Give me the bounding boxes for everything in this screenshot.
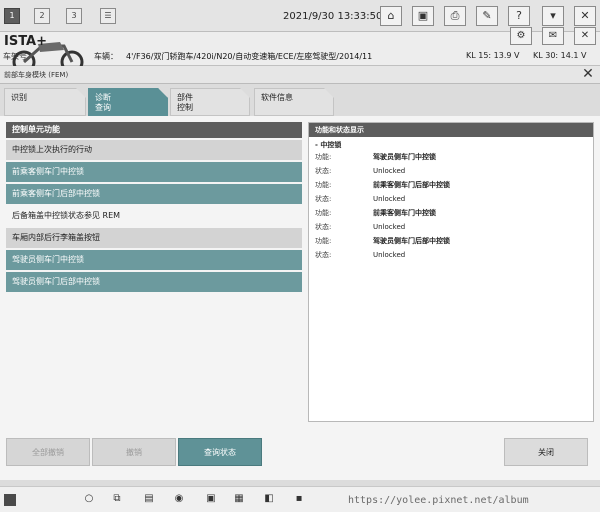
- kl15-voltage: KL 15: 13.9 V: [466, 51, 520, 60]
- function-value: 前乘客侧车门后部中控锁: [373, 181, 450, 189]
- status-label: 状态:: [315, 251, 332, 259]
- status-value: Unlocked: [373, 167, 406, 175]
- datetime-display: 2021/9/30 13:33:50: [283, 11, 383, 22]
- cancel-all-button[interactable]: 全部撤销: [6, 438, 90, 466]
- cancel-button[interactable]: 撤销: [92, 438, 176, 466]
- panel-header: 功能和状态显示: [309, 123, 593, 137]
- status-value: Unlocked: [373, 251, 406, 259]
- vehicle-info: 4'/F36/双门轿跑车/420i/N20/自动变速箱/ECE/左座驾驶型/20…: [126, 52, 373, 61]
- function-item[interactable]: 车厢内部后行李箱盖按钮: [6, 228, 302, 248]
- watermark-text: https://yolee.pixnet.net/album: [348, 495, 529, 506]
- tab-diagnostic-query[interactable]: 诊断 查询: [88, 88, 168, 116]
- function-value: 驾驶员侧车门后部中控锁: [373, 237, 450, 245]
- status-row: 状态: Unlocked: [309, 248, 593, 262]
- function-item[interactable]: 后备箱盖中控锁状态参见 REM: [6, 206, 302, 226]
- close-session-icon[interactable]: ✕: [574, 27, 596, 45]
- function-label: 功能:: [315, 209, 332, 217]
- module-bar: 前部车身模块 (FEM) ✕: [0, 66, 600, 84]
- print-icon[interactable]: ⎙: [444, 6, 466, 26]
- app-icon[interactable]: ▣: [204, 492, 218, 506]
- close-icon[interactable]: ✕: [578, 67, 598, 83]
- control-unit-functions-panel: 控制单元功能 中控锁上次执行的行动 前乘客侧车门中控锁 前乘客侧车门后部中控锁 …: [6, 122, 302, 298]
- app-title: ISTA+: [4, 34, 48, 49]
- function-item[interactable]: 中控锁上次执行的行动: [6, 140, 302, 160]
- help-icon[interactable]: ?: [508, 6, 530, 26]
- close-button[interactable]: 关闭: [504, 438, 588, 466]
- function-value: 前乘客侧车门中控锁: [373, 209, 436, 217]
- status-label: 状态:: [315, 223, 332, 231]
- function-row: 功能: 驾驶员侧车门中控锁: [309, 150, 593, 164]
- panel-header: 控制单元功能: [6, 122, 302, 138]
- function-item[interactable]: 前乘客侧车门后部中控锁: [6, 184, 302, 204]
- session-tab-2[interactable]: 2: [34, 8, 50, 24]
- function-value: 驾驶员侧车门中控锁: [373, 153, 436, 161]
- status-value: Unlocked: [373, 195, 406, 203]
- function-item[interactable]: 驾驶员侧车门后部中控锁: [6, 272, 302, 292]
- app-icon[interactable]: ◧: [262, 492, 276, 506]
- search-icon[interactable]: ○: [82, 492, 96, 506]
- vehicle-label: 车辆：: [94, 52, 118, 61]
- session-tab-3[interactable]: 3: [66, 8, 82, 24]
- query-status-button[interactable]: 查询状态: [178, 438, 262, 466]
- kl30-voltage: KL 30: 14.1 V: [533, 51, 587, 60]
- list-icon[interactable]: ☰: [100, 8, 116, 24]
- function-row: 功能: 前乘客侧车门后部中控锁: [309, 178, 593, 192]
- function-row: 功能: 前乘客侧车门中控锁: [309, 206, 593, 220]
- vehicle-management-icon[interactable]: ▣: [412, 6, 434, 26]
- status-row: 状态: Unlocked: [309, 164, 593, 178]
- app-icon[interactable]: ▪: [292, 492, 306, 506]
- function-label: 功能:: [315, 153, 332, 161]
- windows-start-icon[interactable]: [4, 494, 16, 506]
- wrench-icon[interactable]: ✎: [476, 6, 498, 26]
- task-view-icon[interactable]: ⧉: [110, 492, 124, 506]
- tab-software-info[interactable]: 软件信息: [254, 88, 334, 116]
- chrome-icon[interactable]: ◉: [172, 492, 186, 506]
- home-icon[interactable]: ⌂: [380, 6, 402, 26]
- status-row: 状态: Unlocked: [309, 220, 593, 234]
- module-title: 前部车身模块 (FEM): [4, 71, 69, 79]
- tab-bar: 识别 诊断 查询 部件 控制 软件信息: [0, 86, 600, 116]
- status-label: 状态:: [315, 195, 332, 203]
- file-explorer-icon[interactable]: ▤: [142, 492, 156, 506]
- minimize-icon[interactable]: ▾: [542, 6, 564, 26]
- status-display-panel: 功能和状态显示 - 中控锁 功能: 驾驶员侧车门中控锁 状态: Unlocked…: [308, 122, 594, 422]
- status-label: 状态:: [315, 167, 332, 175]
- app-icon[interactable]: ▦: [232, 492, 246, 506]
- function-label: 功能:: [315, 181, 332, 189]
- exit-icon[interactable]: ✕: [574, 6, 596, 26]
- settings-icon[interactable]: ⚙: [510, 27, 532, 45]
- status-row: 状态: Unlocked: [309, 192, 593, 206]
- status-value: Unlocked: [373, 223, 406, 231]
- function-item[interactable]: 前乘客侧车门中控锁: [6, 162, 302, 182]
- vin-label: 车架号: [3, 52, 27, 61]
- function-item[interactable]: 驾驶员侧车门中控锁: [6, 250, 302, 270]
- tab-component-control[interactable]: 部件 控制: [170, 88, 250, 116]
- session-tab-1[interactable]: 1: [4, 8, 20, 24]
- tab-identification[interactable]: 识别: [4, 88, 86, 116]
- group-label: - 中控锁: [315, 141, 342, 149]
- windows-taskbar: ○ ⧉ ▤ ◉ ▣ ▦ ◧ ▪ https://yolee.pixnet.net…: [0, 486, 600, 512]
- main-content: 控制单元功能 中控锁上次执行的行动 前乘客侧车门中控锁 前乘客侧车门后部中控锁 …: [0, 116, 600, 480]
- function-label: 功能:: [315, 237, 332, 245]
- function-row: 功能: 驾驶员侧车门后部中控锁: [309, 234, 593, 248]
- mail-icon[interactable]: ✉: [542, 27, 564, 45]
